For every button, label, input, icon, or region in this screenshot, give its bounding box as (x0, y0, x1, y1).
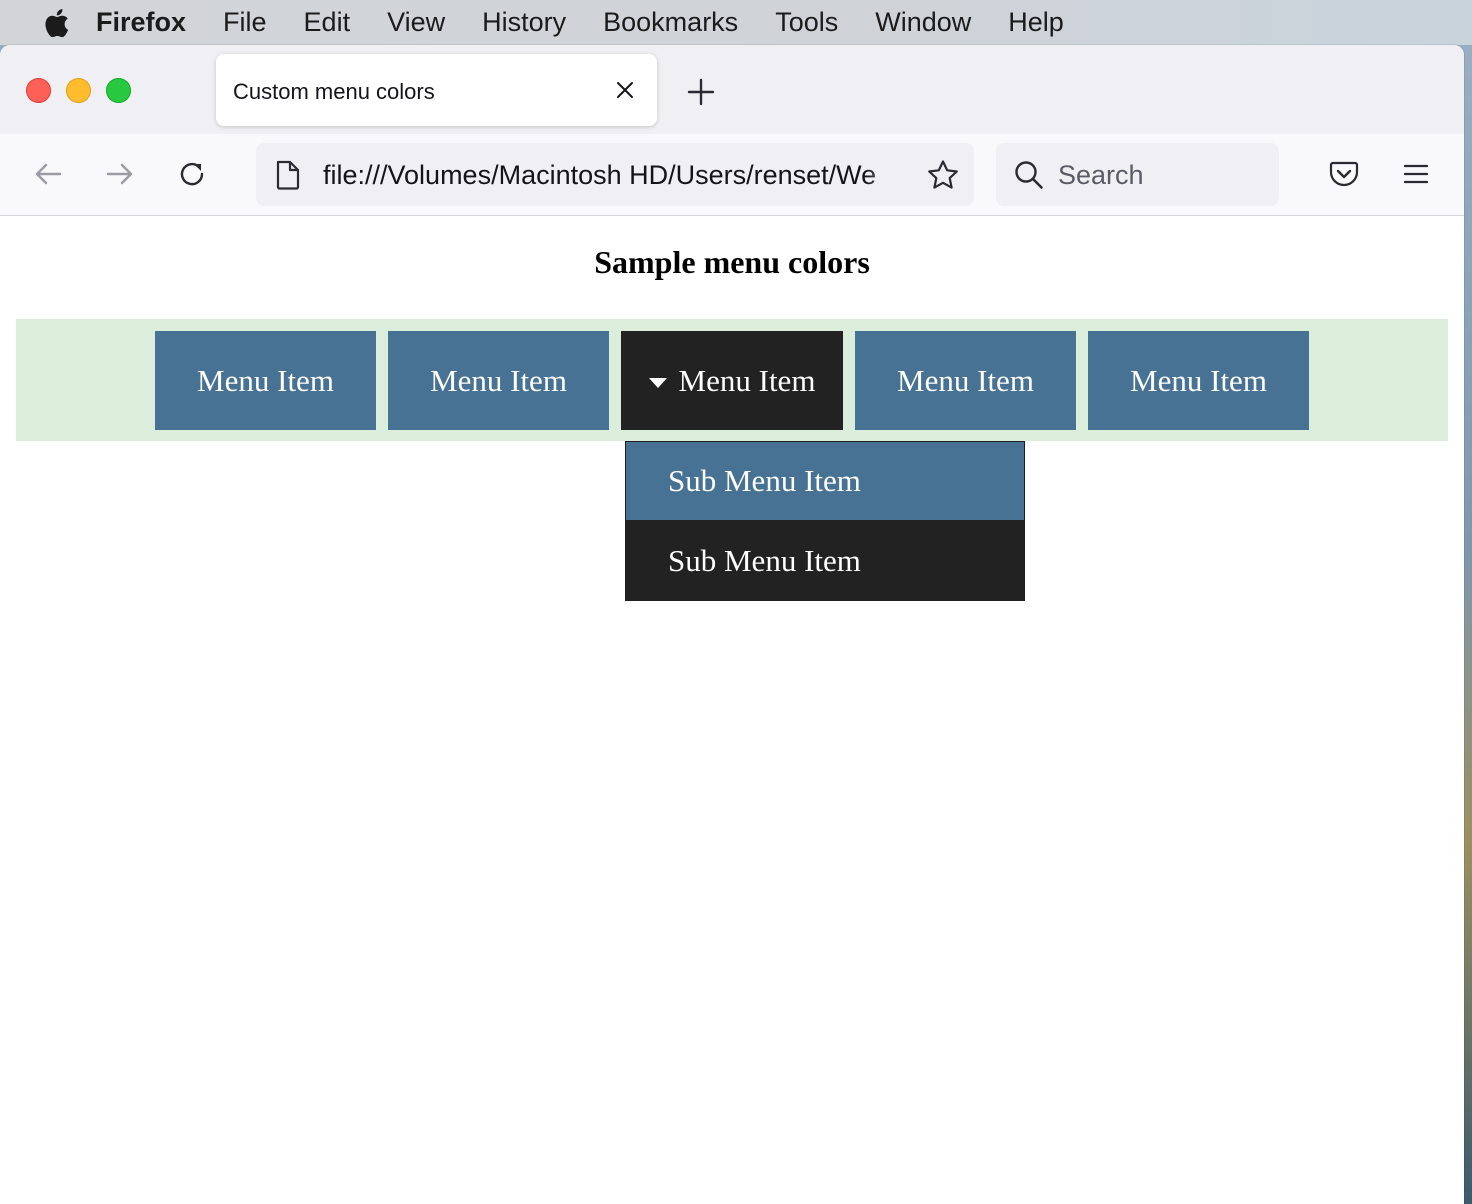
menubar-tools[interactable]: Tools (775, 0, 838, 45)
menu-item-4[interactable]: Menu Item (855, 331, 1076, 430)
url-bar[interactable]: file:///Volumes/Macintosh HD/Users/rense… (256, 143, 974, 206)
url-text[interactable]: file:///Volumes/Macintosh HD/Users/rense… (323, 143, 913, 208)
menu-item-label: Menu Item (897, 362, 1034, 398)
menu-item-label: Menu Item (678, 362, 816, 398)
menu-item-label: Menu Item (1130, 362, 1267, 398)
menu-bar: Menu Item Menu Item Menu Item Menu Item … (16, 319, 1448, 441)
menu-item-1[interactable]: Menu Item (155, 331, 376, 430)
macos-menu-bar: Firefox File Edit View History Bookmarks… (0, 0, 1472, 45)
hamburger-menu-icon[interactable] (1400, 158, 1432, 190)
menubar-app-name[interactable]: Firefox (96, 0, 186, 45)
menubar-window[interactable]: Window (875, 0, 971, 45)
menu-item-label: Menu Item (430, 362, 567, 398)
tab-title: Custom menu colors (233, 79, 435, 104)
tab-strip: Custom menu colors (0, 45, 1464, 134)
menubar-file[interactable]: File (223, 0, 267, 45)
menubar-view[interactable]: View (387, 0, 445, 45)
forward-arrow-icon[interactable] (104, 158, 136, 190)
bookmark-star-icon[interactable] (926, 159, 960, 191)
window-maximize-button[interactable] (106, 78, 131, 103)
tab-close-icon[interactable] (613, 78, 637, 102)
pocket-icon[interactable] (1328, 158, 1360, 190)
back-arrow-icon[interactable] (32, 158, 64, 190)
search-input[interactable]: Search (1058, 143, 1144, 208)
window-close-button[interactable] (26, 78, 51, 103)
submenu-dropdown: Sub Menu Item Sub Menu Item (625, 441, 1025, 601)
menu-item-5[interactable]: Menu Item (1088, 331, 1309, 430)
tab-custom-menu-colors[interactable]: Custom menu colors (216, 54, 657, 126)
apple-logo-icon[interactable] (40, 6, 70, 40)
submenu-item-1[interactable]: Sub Menu Item (626, 442, 1024, 520)
menubar-history[interactable]: History (482, 0, 566, 45)
page-title: Sample menu colors (594, 244, 870, 280)
new-tab-icon[interactable] (686, 77, 716, 107)
search-bar[interactable]: Search (996, 143, 1279, 206)
menubar-edit[interactable]: Edit (304, 0, 351, 45)
reload-icon[interactable] (176, 158, 208, 190)
page-document-icon (276, 160, 300, 190)
menu-item-2[interactable]: Menu Item (388, 331, 609, 430)
submenu-item-2[interactable]: Sub Menu Item (626, 522, 1024, 600)
caret-down-icon (648, 377, 667, 388)
browser-window: Custom menu colors file:///Volumes/Macin… (0, 45, 1464, 1204)
page-content: Sample menu colors Menu Item Menu Item M… (0, 216, 1464, 1204)
navigation-toolbar: file:///Volumes/Macintosh HD/Users/rense… (0, 134, 1464, 216)
search-icon (1015, 161, 1043, 189)
window-minimize-button[interactable] (66, 78, 91, 103)
menubar-bookmarks[interactable]: Bookmarks (603, 0, 738, 45)
menu-item-3-active[interactable]: Menu Item (621, 331, 843, 430)
menu-item-label: Menu Item (197, 362, 334, 398)
menubar-help[interactable]: Help (1008, 0, 1064, 45)
